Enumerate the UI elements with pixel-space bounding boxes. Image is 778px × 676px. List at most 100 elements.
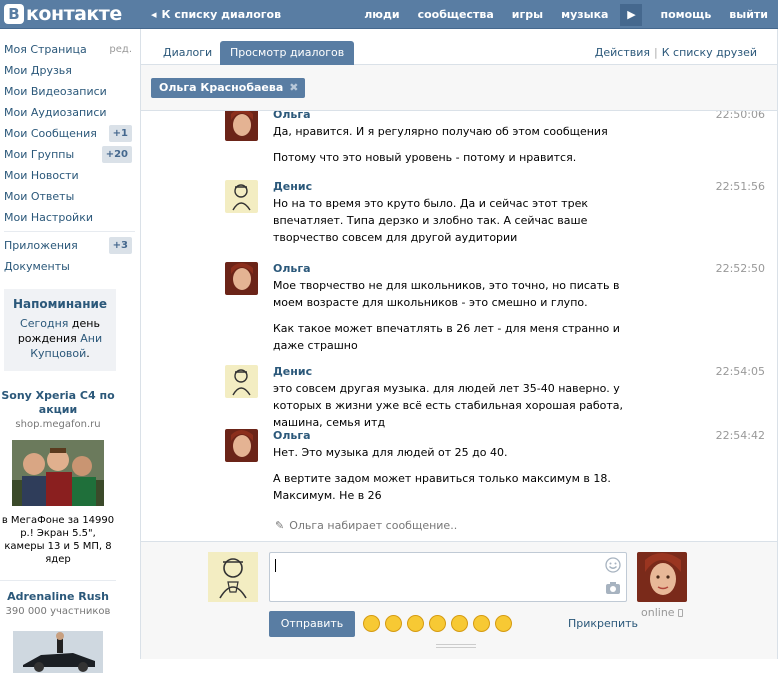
message-item: Денис 22:51:56 Но на то время это круто …: [225, 180, 765, 250]
menu-divider: [4, 231, 135, 232]
message-item: Ольга 22:50:06 Да, нравится. И я регуляр…: [225, 111, 765, 168]
message-time: 22:51:56: [715, 180, 765, 193]
smiley-icon[interactable]: [605, 557, 621, 573]
message-author[interactable]: Ольга: [273, 262, 311, 275]
message-time: 22:50:06: [715, 111, 765, 121]
message-history[interactable]: Ольга 22:50:06 Да, нравится. И я регуляр…: [141, 111, 777, 541]
tabs-bar: Диалоги Просмотр диалогов Действия | К спи…: [141, 41, 777, 65]
logo-text: контакте: [26, 3, 122, 25]
avatar-olga[interactable]: [225, 429, 258, 462]
actions-link[interactable]: Действия: [595, 46, 650, 59]
message-text: Нет. Это музыка для людей от 25 до 40. А…: [273, 446, 611, 502]
message-author[interactable]: Денис: [273, 180, 312, 193]
nav-music[interactable]: музыка: [561, 8, 608, 21]
message-author[interactable]: Ольга: [273, 111, 311, 121]
pencil-icon: ✎: [275, 519, 285, 532]
message-item: Денис 22:54:05 это совсем другая музыка.…: [225, 365, 765, 429]
avatar-denis[interactable]: [225, 365, 258, 398]
emoji-smile-icon[interactable]: [385, 615, 402, 632]
message-text: Да, нравится. И я регулярно получаю об э…: [273, 125, 608, 164]
top-nav: люди сообщества игры музыка ▶ помощь вый…: [346, 0, 768, 29]
reminder-name[interactable]: Купцовой: [30, 347, 86, 360]
message-time: 22:54:42: [715, 429, 765, 442]
emoji-kiss-icon[interactable]: [473, 615, 490, 632]
groups-count-badge: +20: [101, 146, 132, 163]
message-author[interactable]: Денис: [273, 365, 312, 378]
sidebar-item-groups[interactable]: Мои Группы +20: [0, 144, 135, 165]
message-text: Но на то время это круто было. Да и сейч…: [273, 197, 588, 244]
main-panel: Диалоги Просмотр диалогов Действия | К спи…: [140, 29, 778, 659]
ad2-members: 390 000 участников: [5, 606, 111, 617]
send-button[interactable]: Отправить: [269, 611, 355, 637]
emoji-blush-icon[interactable]: [495, 615, 512, 632]
tab-view-dialogs[interactable]: Просмотр диалогов: [220, 41, 355, 65]
nav-games[interactable]: игры: [512, 8, 543, 21]
sidebar-item-my-page[interactable]: Моя Страница ред.: [0, 39, 135, 60]
sidebar-item-messages[interactable]: Мои Сообщения +1: [0, 123, 135, 144]
ad-block-xperia[interactable]: Sony Xperia C4 по акции shop.megafon.ru …: [0, 389, 116, 566]
left-menu: Моя Страница ред. Мои Друзья Мои Видеозап…: [0, 29, 135, 277]
close-icon[interactable]: ✖: [289, 78, 298, 98]
chevron-left-icon: ◂: [151, 8, 157, 21]
attach-link[interactable]: Прикрепить: [568, 617, 638, 630]
ad-block-adrenaline[interactable]: Adrenaline Rush 390 000 участников: [0, 580, 116, 673]
emoji-laugh-icon[interactable]: [363, 615, 380, 632]
left-sidebar: Моя Страница ред. Мои Друзья Мои Видеозап…: [0, 29, 135, 673]
tab-right-links: Действия | К списку друзей: [594, 46, 757, 59]
compose-area: online Отправить Прикрепить: [141, 541, 777, 659]
ad-domain: shop.megafon.ru: [15, 419, 101, 430]
avatar-olga[interactable]: [225, 262, 258, 295]
camera-icon[interactable]: [605, 581, 621, 595]
nav-logout[interactable]: выйти: [729, 8, 768, 21]
sidebar-item-answers[interactable]: Мои Ответы: [0, 186, 135, 207]
resize-handle[interactable]: [436, 644, 476, 648]
message-time: 22:52:50: [715, 262, 765, 275]
nav-communities[interactable]: сообщества: [418, 8, 494, 21]
peer-chip[interactable]: Ольга Краснобаева ✖: [151, 78, 305, 98]
message-input[interactable]: [269, 552, 627, 602]
emoji-scream-icon[interactable]: [451, 615, 468, 632]
logo-letter: В: [4, 4, 24, 24]
sidebar-item-apps[interactable]: Приложения +3: [0, 235, 135, 256]
message-time: 22:54:05: [715, 365, 765, 378]
back-to-dialogs-link[interactable]: ◂ К списку диалогов: [151, 8, 281, 21]
emoji-frown-icon[interactable]: [429, 615, 446, 632]
peer-bar: Ольга Краснобаева ✖: [141, 65, 777, 111]
message-author[interactable]: Ольга: [273, 429, 311, 442]
text-cursor: [275, 559, 276, 572]
sidebar-item-audio[interactable]: Мои Аудиозаписи: [0, 102, 135, 123]
sidebar-item-friends[interactable]: Мои Друзья: [0, 60, 135, 81]
message-item: Ольга 22:54:42 Нет. Это музыка для людей…: [225, 429, 765, 509]
typing-indicator: ✎ Ольга набирает сообщение..: [275, 519, 458, 532]
emoji-wink-icon[interactable]: [407, 615, 424, 632]
peer-online-status: online: [641, 606, 683, 619]
mobile-icon: [677, 608, 683, 617]
sidebar-item-settings[interactable]: Мои Настройки: [0, 207, 135, 228]
peer-name: Ольга Краснобаева: [159, 81, 284, 94]
ad2-image[interactable]: [13, 631, 103, 673]
ad-title[interactable]: Sony Xperia C4 по акции: [0, 389, 116, 417]
birthday-reminder: Напоминание Сегодня день рождения Ани Ку…: [4, 289, 116, 371]
message-item: Ольга 22:52:50 Мое творчество не для шко…: [225, 262, 765, 352]
reminder-title: Напоминание: [12, 297, 108, 311]
top-bar: В контакте ◂ К списку диалогов люди сооб…: [0, 0, 778, 29]
avatar-olga[interactable]: [225, 111, 258, 141]
nav-people[interactable]: люди: [364, 8, 399, 21]
sidebar-item-news[interactable]: Мои Новости: [0, 165, 135, 186]
nav-help[interactable]: помощь: [660, 8, 711, 21]
ad-text: в МегаФоне за 14990 р.! Экран 5.5", каме…: [1, 515, 115, 565]
messages-count-badge: +1: [108, 125, 132, 142]
peer-avatar[interactable]: [637, 552, 687, 602]
edit-link[interactable]: ред.: [109, 40, 132, 59]
reminder-text: Сегодня день рождения Ани Купцовой.: [17, 317, 103, 360]
ad-image[interactable]: [12, 440, 104, 506]
sidebar-item-documents[interactable]: Документы: [0, 256, 135, 277]
play-icon[interactable]: ▶: [620, 3, 643, 26]
my-avatar[interactable]: [208, 552, 258, 602]
sidebar-item-videos[interactable]: Мои Видеозаписи: [0, 81, 135, 102]
avatar-denis[interactable]: [225, 180, 258, 213]
to-friends-link[interactable]: К списку друзей: [662, 46, 757, 59]
ad2-title[interactable]: Adrenaline Rush: [0, 590, 116, 603]
vk-logo[interactable]: В контакте: [4, 3, 122, 25]
tab-dialogs[interactable]: Диалоги: [153, 41, 222, 65]
